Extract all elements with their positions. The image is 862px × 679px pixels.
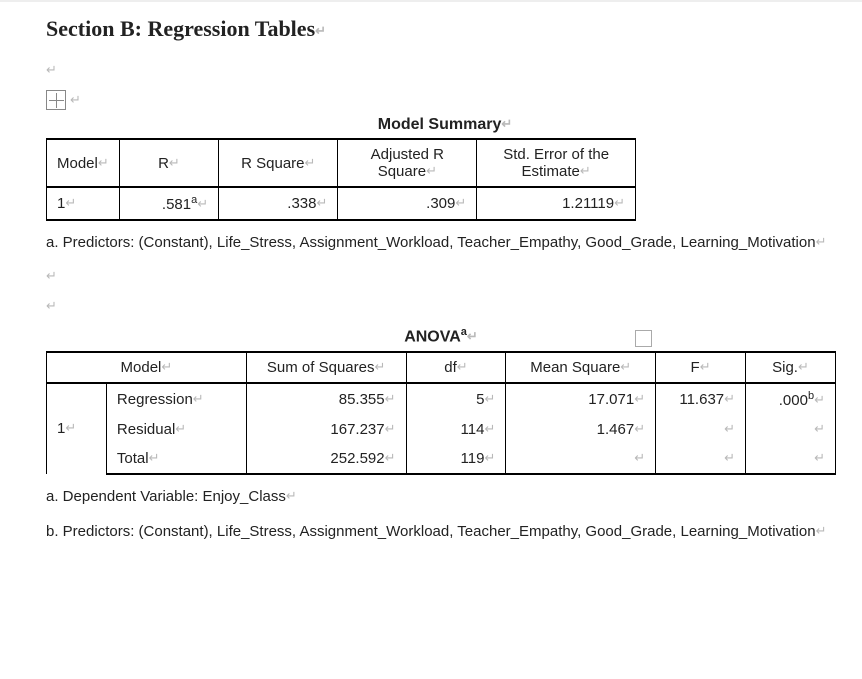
ms-col-r: R↵ [119,139,218,187]
ms-col-rsq: R Square↵ [219,139,338,187]
an-cell-tot-label: Total↵ [106,444,246,474]
page: { "heading": "Section B: Regression Tabl… [0,0,862,679]
paragraph-mark-icon: ↵ [315,23,326,38]
an-cell-res-ms: 1.467↵ [506,415,656,444]
an-cell-tot-f: ↵ [656,444,746,474]
section-heading-text: Section B: Regression Tables [46,16,315,41]
an-cell-res-ss: 167.237↵ [246,415,406,444]
an-cell-model: 1↵ [47,383,107,474]
an-col-f: F↵ [656,352,746,383]
an-cell-tot-ss: 252.592↵ [246,444,406,474]
ms-col-se: Std. Error of the Estimate↵ [477,139,636,187]
checkbox-icon[interactable] [635,330,652,347]
an-cell-tot-sig: ↵ [746,444,836,474]
model-summary-table: Model↵ R↵ R Square↵ Adjusted R Square↵ S… [46,138,636,221]
paragraph-mark-icon: ↵ [46,298,57,313]
model-summary-title-text: Model Summary [378,116,502,133]
empty-paragraph: ↵ [46,60,844,80]
anova-note-b: b. Predictors: (Constant), Life_Stress, … [46,518,844,545]
an-cell-tot-ms: ↵ [506,444,656,474]
an-cell-reg-f: 11.637↵ [656,383,746,415]
ms-cell-model: 1↵ [47,187,120,220]
anchor-row: ↵ [46,90,844,110]
anova-title-text: ANOVA [404,329,461,346]
ms-cell-rsq: .338↵ [219,187,338,220]
ms-col-adjrsq: Adjusted R Square↵ [338,139,477,187]
paragraph-mark-icon: ↵ [46,268,57,283]
anova-table: Model↵ Sum of Squares↵ df↵ Mean Square↵ … [46,351,836,475]
an-col-model: Model↵ [47,352,247,383]
anova-note-a: a. Dependent Variable: Enjoy_Class↵ [46,483,844,510]
ms-cell-r: .581a↵ [119,187,218,220]
ms-cell-se: 1.21119↵ [477,187,636,220]
model-summary-note-a: a. Predictors: (Constant), Life_Stress, … [46,229,844,256]
an-cell-reg-ms: 17.071↵ [506,383,656,415]
an-cell-reg-label: Regression↵ [106,383,246,415]
an-cell-reg-df: 5↵ [406,383,506,415]
paragraph-mark-icon: ↵ [816,523,827,538]
anova-title: ANOVAa↵ [46,326,836,346]
an-cell-reg-ss: 85.355↵ [246,383,406,415]
an-col-df: df↵ [406,352,506,383]
an-cell-res-sig: ↵ [746,415,836,444]
an-col-sig: Sig.↵ [746,352,836,383]
paragraph-mark-icon: ↵ [286,488,297,503]
paragraph-mark-icon: ↵ [501,116,512,131]
ms-col-model: Model↵ [47,139,120,187]
paragraph-mark-icon: ↵ [467,329,478,344]
an-cell-res-df: 114↵ [406,415,506,444]
model-summary-title: Model Summary↵ [46,116,844,134]
an-col-ms: Mean Square↵ [506,352,656,383]
an-col-ss: Sum of Squares↵ [246,352,406,383]
paragraph-mark-icon: ↵ [46,62,57,77]
empty-paragraph: ↵ [46,296,844,316]
section-heading: Section B: Regression Tables↵ [46,16,844,42]
empty-paragraph: ↵ [46,266,844,286]
table-move-handle-icon[interactable] [46,90,66,110]
ms-cell-adjrsq: .309↵ [338,187,477,220]
an-cell-tot-df: 119↵ [406,444,506,474]
an-cell-reg-sig: .000b↵ [746,383,836,415]
paragraph-mark-icon: ↵ [816,234,827,249]
paragraph-mark-icon: ↵ [70,92,81,107]
an-cell-res-label: Residual↵ [106,415,246,444]
an-cell-res-f: ↵ [656,415,746,444]
